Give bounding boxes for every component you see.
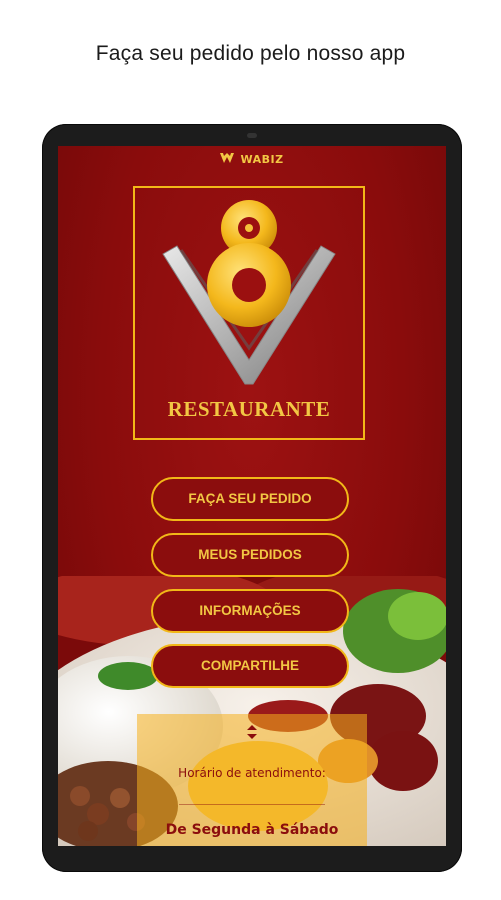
headline: Faça seu pedido pelo nosso app (95, 42, 406, 65)
chevron-up-down-icon[interactable] (243, 724, 261, 740)
opening-hours-panel[interactable]: Horário de atendimento: De Segunda à Sáb… (137, 714, 367, 846)
tablet-frame: WABIZ RESTAURANTE FAÇA SEU PEDIDO MEUS P… (42, 124, 462, 872)
brand-name: WABIZ (240, 153, 284, 166)
hours-divider (179, 804, 325, 805)
app-screen: WABIZ RESTAURANTE FAÇA SEU PEDIDO MEUS P… (58, 146, 446, 846)
my-orders-button[interactable]: MEUS PEDIDOS (151, 533, 349, 577)
brand-bar: WABIZ (58, 152, 446, 166)
camera-dot (247, 133, 257, 138)
order-button[interactable]: FAÇA SEU PEDIDO (151, 477, 349, 521)
share-button[interactable]: COMPARTILHE (151, 644, 349, 688)
restaurant-logo: RESTAURANTE (133, 186, 365, 440)
restaurant-name: RESTAURANTE (167, 397, 331, 421)
info-button[interactable]: INFORMAÇÕES (151, 589, 349, 633)
hours-days: De Segunda à Sábado (165, 822, 339, 838)
v8-emblem (162, 200, 336, 385)
hours-label: Horário de atendimento: (178, 766, 326, 780)
wabiz-logo-icon (220, 152, 238, 166)
